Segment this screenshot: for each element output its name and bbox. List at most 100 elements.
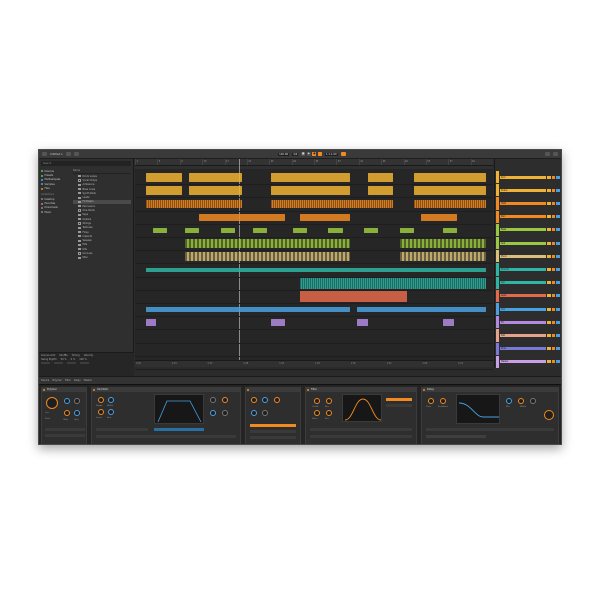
param-slot[interactable] bbox=[386, 404, 412, 407]
track-name[interactable]: Sub bbox=[500, 241, 546, 245]
mute-button[interactable] bbox=[547, 175, 551, 179]
clip[interactable] bbox=[271, 186, 350, 196]
arm-button[interactable] bbox=[556, 347, 560, 351]
track-name[interactable]: Pluck bbox=[500, 254, 546, 258]
power-icon[interactable] bbox=[423, 389, 425, 391]
power-icon[interactable] bbox=[43, 389, 45, 391]
param-slot[interactable] bbox=[250, 436, 296, 439]
clip[interactable] bbox=[421, 213, 458, 221]
device-filter[interactable]: Filter Cutoff Res Drive Env bbox=[305, 387, 417, 444]
clip[interactable] bbox=[356, 319, 368, 327]
clip[interactable] bbox=[145, 186, 182, 196]
groove-value[interactable]: Swing Eighth bbox=[41, 358, 57, 361]
track-header[interactable]: Hats bbox=[495, 197, 561, 210]
search-icon[interactable] bbox=[545, 152, 550, 156]
knob[interactable] bbox=[64, 398, 70, 404]
arm-button[interactable] bbox=[556, 254, 560, 258]
track-name[interactable]: FX bbox=[500, 320, 546, 324]
clip[interactable] bbox=[185, 239, 350, 249]
edit-icon[interactable] bbox=[73, 152, 79, 156]
arm-button[interactable] bbox=[556, 241, 560, 245]
mute-button[interactable] bbox=[547, 281, 551, 285]
clip[interactable] bbox=[253, 227, 268, 233]
mute-button[interactable] bbox=[547, 307, 551, 311]
clip[interactable] bbox=[364, 227, 379, 233]
solo-button[interactable] bbox=[551, 360, 555, 364]
track-name[interactable]: Vox bbox=[500, 307, 546, 311]
param-slot[interactable] bbox=[250, 430, 296, 433]
device-polymer[interactable]: Polymer Osc Pitch Glide Tone bbox=[41, 387, 87, 444]
clip[interactable] bbox=[152, 227, 168, 233]
arm-button[interactable] bbox=[556, 360, 560, 364]
track-header[interactable]: Lead bbox=[495, 289, 561, 302]
arm-button[interactable] bbox=[556, 281, 560, 285]
arm-button[interactable] bbox=[556, 201, 560, 205]
browser-search-input[interactable]: Search bbox=[41, 161, 131, 166]
clip[interactable] bbox=[442, 319, 454, 327]
monitor-button[interactable] bbox=[560, 215, 561, 219]
menu-icon[interactable] bbox=[42, 152, 47, 156]
clip[interactable] bbox=[442, 227, 458, 233]
track-name[interactable]: Pad bbox=[500, 333, 546, 337]
clip[interactable] bbox=[199, 213, 286, 221]
solo-button[interactable] bbox=[551, 228, 555, 232]
knob[interactable] bbox=[251, 410, 257, 416]
arm-button[interactable] bbox=[556, 228, 560, 232]
arm-button[interactable] bbox=[556, 188, 560, 192]
track-name[interactable]: Kick bbox=[500, 175, 546, 179]
mute-button[interactable] bbox=[547, 360, 551, 364]
clip[interactable] bbox=[399, 252, 486, 262]
arm-button[interactable] bbox=[556, 267, 560, 271]
knob[interactable] bbox=[74, 410, 80, 416]
clip[interactable] bbox=[185, 252, 350, 262]
knob[interactable] bbox=[314, 410, 320, 416]
eq-display[interactable] bbox=[456, 394, 500, 424]
groove-field[interactable] bbox=[80, 361, 89, 365]
monitor-button[interactable] bbox=[560, 320, 561, 324]
clip[interactable] bbox=[188, 186, 243, 196]
mute-button[interactable] bbox=[547, 294, 551, 298]
clip[interactable] bbox=[299, 290, 408, 302]
arm-button[interactable] bbox=[556, 333, 560, 337]
mute-button[interactable] bbox=[547, 320, 551, 324]
device-tab[interactable]: Polymer bbox=[52, 379, 62, 382]
loop-icon[interactable] bbox=[317, 152, 322, 156]
knob[interactable] bbox=[210, 397, 216, 403]
envelope-display[interactable] bbox=[154, 394, 204, 424]
clip[interactable] bbox=[292, 227, 307, 233]
device-tab[interactable]: Filter bbox=[65, 379, 71, 382]
param-slot[interactable] bbox=[310, 435, 412, 438]
knob[interactable] bbox=[440, 398, 446, 404]
knob[interactable] bbox=[518, 398, 524, 404]
stop-button[interactable]: ■ bbox=[301, 152, 306, 156]
track-header[interactable]: Pad bbox=[495, 329, 561, 342]
position-display[interactable]: 1.1.1.00 bbox=[324, 152, 338, 156]
clip[interactable] bbox=[185, 227, 200, 233]
monitor-button[interactable] bbox=[560, 333, 561, 337]
clip[interactable] bbox=[271, 173, 350, 183]
track-name[interactable]: Master bbox=[500, 360, 546, 364]
arm-button[interactable] bbox=[556, 320, 560, 324]
track-lane[interactable] bbox=[135, 343, 493, 357]
knob[interactable] bbox=[98, 409, 104, 415]
param-slot[interactable] bbox=[426, 428, 554, 431]
clip[interactable] bbox=[367, 186, 393, 196]
track-header[interactable]: Ride bbox=[495, 342, 561, 355]
solo-button[interactable] bbox=[551, 201, 555, 205]
metronome-icon[interactable] bbox=[340, 152, 346, 156]
knob[interactable] bbox=[74, 398, 80, 404]
clip[interactable] bbox=[414, 186, 486, 196]
record-button[interactable]: ● bbox=[312, 152, 317, 156]
clip[interactable] bbox=[220, 227, 236, 233]
knob[interactable] bbox=[108, 409, 114, 415]
knob[interactable] bbox=[222, 410, 228, 416]
mute-button[interactable] bbox=[547, 333, 551, 337]
device-delay[interactable]: Delay Time Feedback Mix Width bbox=[421, 387, 559, 444]
solo-button[interactable] bbox=[551, 281, 555, 285]
monitor-button[interactable] bbox=[560, 241, 561, 245]
arm-button[interactable] bbox=[556, 307, 560, 311]
param-slot[interactable] bbox=[96, 428, 148, 431]
arm-button[interactable] bbox=[556, 294, 560, 298]
project-name[interactable]: Untitled 1 bbox=[50, 153, 63, 156]
param-slot[interactable] bbox=[45, 434, 85, 437]
